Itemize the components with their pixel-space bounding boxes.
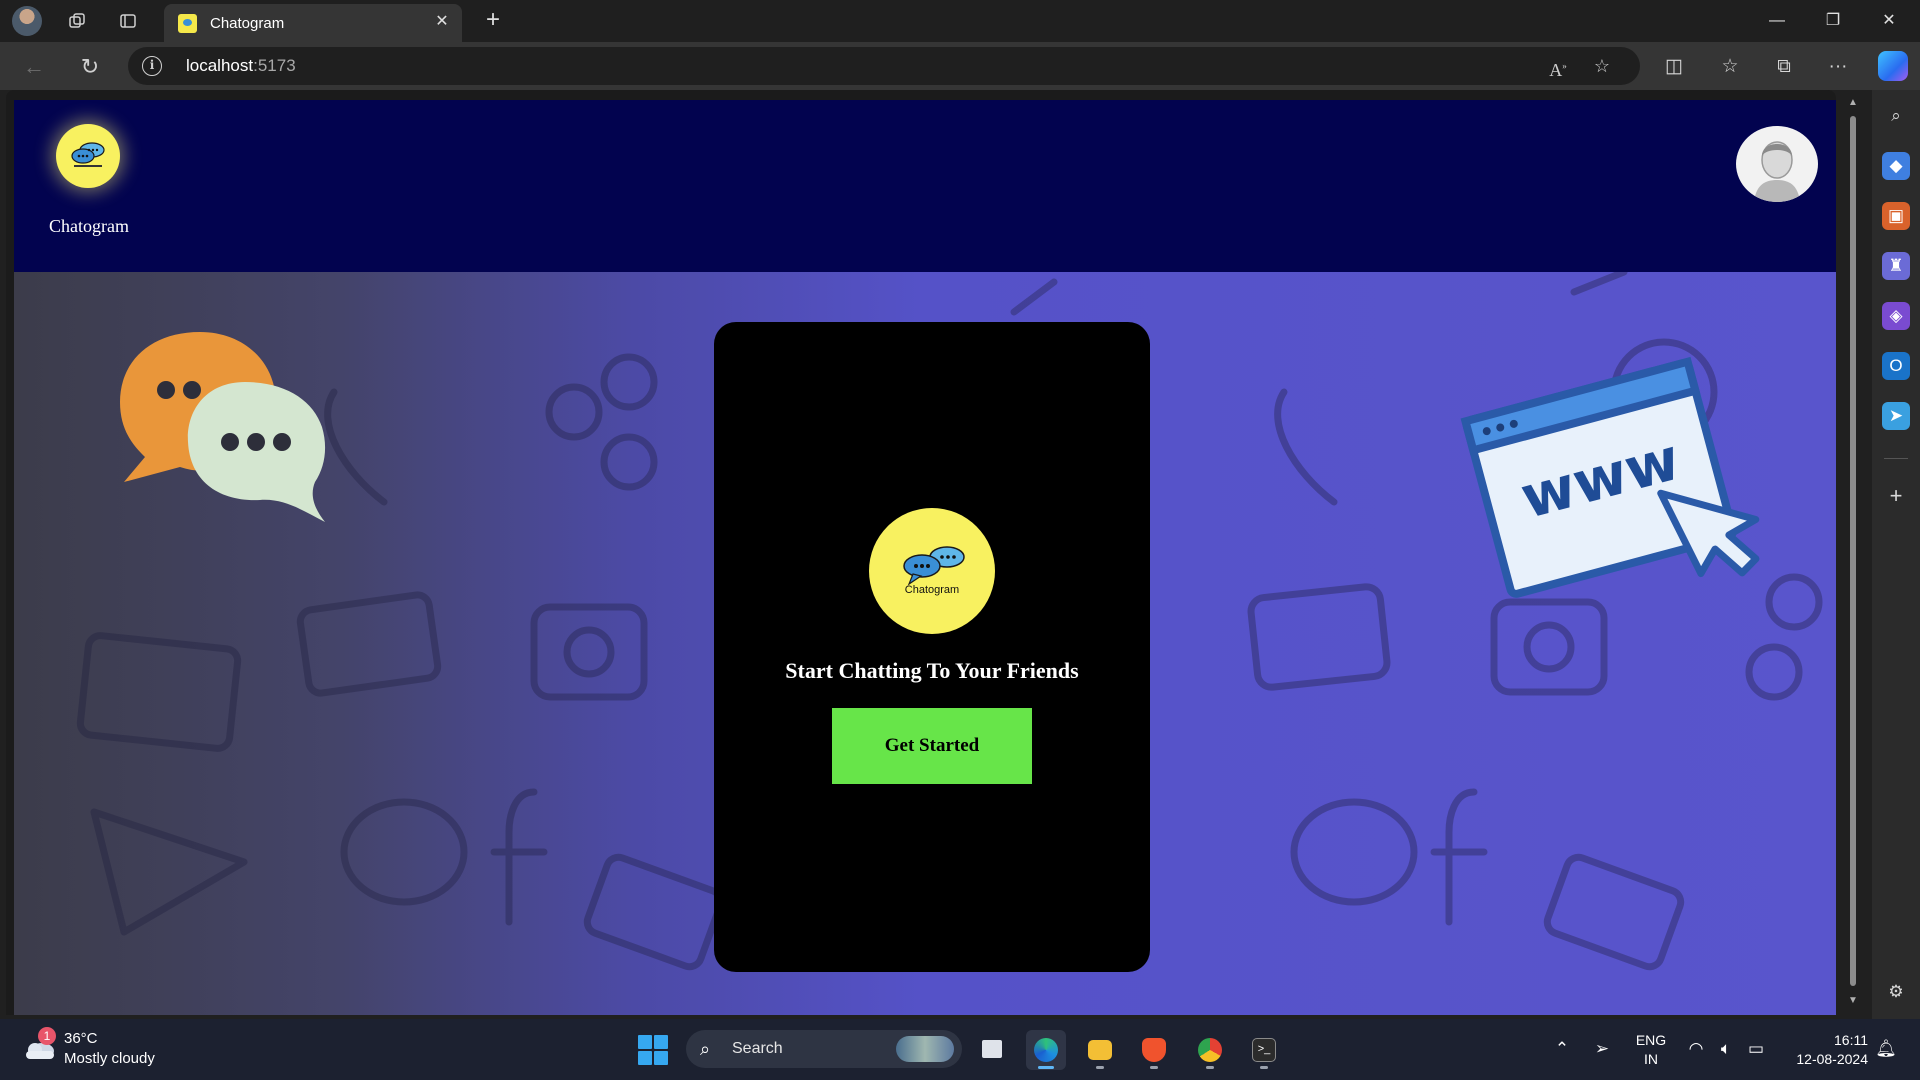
battery-icon[interactable]: ▭ — [1744, 1037, 1768, 1061]
tab-title: Chatogram — [210, 15, 285, 32]
sidebar-settings-icon[interactable]: ⚙ — [1882, 978, 1910, 1006]
back-button[interactable]: ← — [18, 51, 50, 83]
weather-alert-badge: 1 — [38, 1027, 56, 1045]
restore-button[interactable]: ❐ — [1810, 6, 1856, 36]
search-placeholder: Search — [732, 1040, 783, 1057]
brand-name: Chatogram — [49, 216, 129, 236]
page-scrollbar[interactable]: ▲ ▼ — [1846, 96, 1860, 1008]
location-icon[interactable]: ➢ — [1590, 1037, 1614, 1061]
new-tab-button[interactable]: + — [478, 6, 508, 36]
browser-toolbar: ← ↻ i localhost:5173 A» ☆ ◫ ☆ ⧉ ··· — [0, 42, 1920, 90]
split-screen-icon[interactable]: ◫ — [1658, 51, 1690, 83]
edge-sidebar: ⌕ ◆ ▣ ♜ ◈ O ➤ + ⚙ — [1872, 90, 1920, 1019]
taskbar-search[interactable]: ⌕ Search — [686, 1030, 962, 1068]
sidebar-tools-icon[interactable]: ▣ — [1882, 202, 1910, 230]
start-button[interactable] — [638, 1035, 668, 1065]
read-aloud-icon[interactable]: A» — [1544, 52, 1572, 80]
profile-avatar[interactable] — [12, 6, 42, 36]
volume-icon[interactable]: 🔈︎ — [1714, 1037, 1738, 1061]
copilot-icon[interactable] — [1878, 51, 1908, 81]
brave-browser-app[interactable] — [1134, 1030, 1174, 1070]
card-logo: Chatogram — [869, 508, 995, 634]
welcome-card: Chatogram Start Chatting To Your Friends… — [714, 322, 1150, 972]
address-bar[interactable]: i localhost:5173 A» ☆ — [128, 47, 1640, 85]
weather-description[interactable]: Mostly cloudy — [64, 1050, 155, 1067]
sidebar-add-icon[interactable]: + — [1882, 482, 1910, 510]
favorites-icon[interactable]: ☆ — [1714, 51, 1746, 83]
user-avatar[interactable] — [1736, 126, 1818, 202]
scroll-thumb[interactable] — [1850, 116, 1856, 986]
sidebar-games-icon[interactable]: ♜ — [1882, 252, 1910, 280]
search-icon: ⌕ — [700, 1039, 711, 1059]
region-code: IN — [1644, 1051, 1658, 1067]
get-started-button[interactable]: Get Started — [832, 708, 1032, 784]
sidebar-divider — [1884, 458, 1908, 459]
weather-temperature[interactable]: 36°C — [64, 1030, 98, 1047]
show-hidden-icons-chevron-icon[interactable]: ⌃ — [1550, 1037, 1574, 1061]
system-clock[interactable]: 16:11 12-08-2024 — [1782, 1031, 1868, 1069]
hero-title: Start Chatting To Your Friends — [785, 658, 1079, 683]
close-window-button[interactable]: ✕ — [1866, 6, 1912, 36]
chatogram-favicon — [178, 14, 197, 33]
chat-bubbles-icon — [71, 142, 105, 167]
input-language[interactable]: ENG IN — [1634, 1031, 1668, 1069]
chrome-app[interactable] — [1190, 1030, 1230, 1070]
search-highlight-image — [896, 1036, 954, 1062]
notification-bell-icon[interactable]: 🔔︎ — [1874, 1037, 1898, 1061]
logo-wordmark: Chatogram — [904, 584, 960, 596]
workspaces-icon[interactable] — [62, 6, 92, 36]
page-viewport: Chatogram www Chatogram Start Chatting T… — [6, 90, 1836, 1015]
sidebar-outlook-icon[interactable]: O — [1882, 352, 1910, 380]
scroll-down-icon[interactable]: ▼ — [1848, 996, 1858, 1006]
browser-tab-chatogram[interactable]: Chatogram ✕ — [164, 4, 462, 42]
terminal-app[interactable]: >_ — [1244, 1030, 1284, 1070]
sidebar-shopping-icon[interactable]: ◆ — [1882, 152, 1910, 180]
sidebar-microsoft365-icon[interactable]: ◈ — [1882, 302, 1910, 330]
language-code: ENG — [1635, 1032, 1667, 1048]
minimize-button[interactable]: — — [1754, 6, 1800, 36]
task-view-app[interactable] — [972, 1030, 1012, 1070]
wifi-icon[interactable]: ◠ — [1684, 1037, 1708, 1061]
sidebar-search-icon[interactable]: ⌕ — [1882, 102, 1910, 130]
more-menu-icon[interactable]: ··· — [1822, 51, 1854, 83]
default-user-icon — [1754, 141, 1800, 202]
browser-titlebar: Chatogram ✕ + — ❐ ✕ — [0, 0, 1920, 42]
clock-time: 16:11 — [1834, 1032, 1868, 1048]
tab-actions-icon[interactable] — [113, 6, 143, 36]
url-text[interactable]: localhost:5173 — [186, 56, 296, 76]
site-info-icon[interactable]: i — [142, 56, 162, 76]
windows-taskbar: 1 36°C Mostly cloudy ⌕ Search >_ ⌃ ➢ ENG… — [0, 1019, 1920, 1080]
scroll-up-icon[interactable]: ▲ — [1848, 98, 1858, 108]
clock-date: 12-08-2024 — [1796, 1051, 1868, 1067]
edge-taskbar-app[interactable] — [1026, 1030, 1066, 1070]
close-tab-icon[interactable]: ✕ — [432, 12, 452, 32]
favorite-star-icon[interactable]: ☆ — [1588, 52, 1616, 80]
chat-bubbles-illustration — [120, 332, 326, 522]
sidebar-telegram-icon[interactable]: ➤ — [1882, 402, 1910, 430]
chat-bubbles-icon — [903, 546, 965, 586]
app-header: Chatogram — [14, 100, 1836, 272]
brand-logo[interactable] — [56, 124, 120, 188]
collections-icon[interactable]: ⧉ — [1768, 51, 1800, 83]
reload-button[interactable]: ↻ — [74, 51, 106, 83]
file-explorer-app[interactable] — [1080, 1030, 1120, 1070]
www-browser-illustration: www — [1460, 356, 1760, 598]
